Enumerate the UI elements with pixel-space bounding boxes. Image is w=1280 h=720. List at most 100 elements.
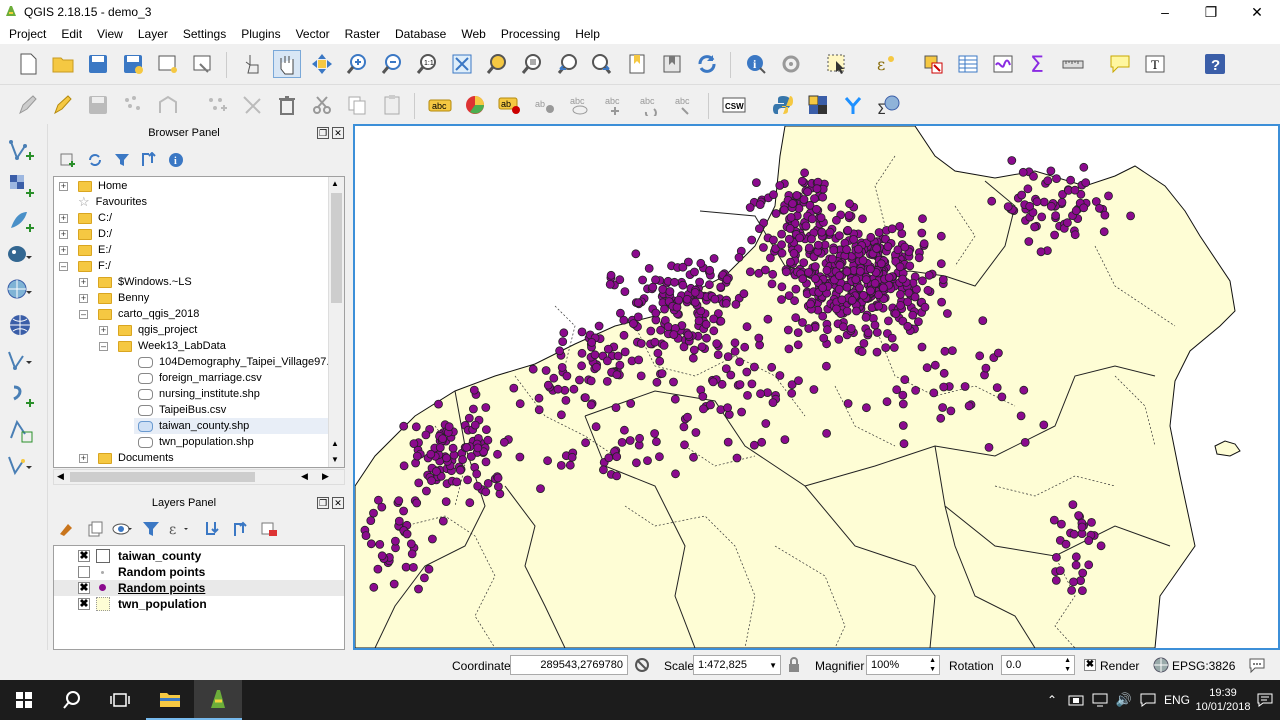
graphical-modeler-icon[interactable] [839,91,867,119]
menu-edit[interactable]: Edit [52,27,88,41]
save-layer-edits-icon[interactable] [84,91,112,119]
tree-item-windows-ls[interactable]: $Windows.~LS [98,274,192,290]
chevron-down-icon[interactable]: ▼ [769,661,777,670]
volume-icon[interactable]: 🔊 [1114,680,1134,720]
close-panel-button[interactable]: ✕ [332,127,344,139]
tree-item-taipei-bus[interactable]: TaipeiBus.csv [138,402,226,418]
magnifier-spinbox[interactable]: 100% ▲ ▼ [866,655,940,675]
remove-layer-icon[interactable] [255,515,283,543]
map-svg[interactable] [355,126,1278,648]
add-virtual-layer-icon[interactable] [6,381,36,411]
network-tray-icon[interactable] [1066,680,1086,720]
run-feature-action-icon[interactable] [777,50,805,78]
deselect-all-icon[interactable] [919,50,947,78]
tree-item-twn-population[interactable]: twn_population.shp [138,434,254,450]
save-project-icon[interactable] [84,50,112,78]
menu-raster[interactable]: Raster [336,27,386,41]
crs-label[interactable]: EPSG:3826 [1172,659,1235,673]
menu-settings[interactable]: Settings [174,27,232,41]
add-vector-layer-icon[interactable] [6,136,36,166]
menu-processing[interactable]: Processing [492,27,566,41]
zoom-full-icon[interactable] [448,50,476,78]
layers-float-panel-button[interactable]: ❐ [317,497,329,509]
add-oracle-layer-icon[interactable] [6,416,36,446]
properties-icon[interactable]: i [162,146,190,174]
menu-web[interactable]: Web [452,27,491,41]
manage-visibility-icon[interactable] [109,515,137,543]
save-as-icon[interactable] [119,50,147,78]
menu-database[interactable]: Database [386,27,452,41]
map-tips-icon[interactable] [1106,50,1134,78]
tree-item-d-drive[interactable]: D:/ [78,226,112,242]
layer-row-twn-population[interactable]: ✖ twn_population [54,596,344,612]
filter-expression-icon[interactable]: ε [165,515,193,543]
touch-zoom-icon[interactable] [238,50,266,78]
zoom-to-selection-icon[interactable] [483,50,511,78]
change-label-icon[interactable]: abc [671,91,699,119]
new-shapefile-layer-icon[interactable] [6,451,36,481]
show-hide-labels-icon[interactable]: abc [566,91,594,119]
layer-visibility-checkbox[interactable]: ✖ [78,550,90,562]
add-postgis-layer-icon[interactable] [6,241,36,271]
metasearch-csw-icon[interactable]: CSW [720,91,748,119]
tree-item-c-drive[interactable]: C:/ [78,210,112,226]
tree-item-favourites[interactable]: ☆ Favourites [78,194,147,210]
tree-item-f-drive[interactable]: F:/ [78,258,111,274]
expand-all-icon[interactable] [199,515,227,543]
python-console-icon[interactable] [769,91,797,119]
clock[interactable]: 19:39 10/01/2018 [1195,680,1250,720]
statistical-summary-icon[interactable]: Σ [1024,50,1052,78]
select-by-expression-icon[interactable]: ε [871,50,899,78]
processing-toolbox-icon[interactable]: Σ [874,91,902,119]
qgis-taskbar-icon[interactable] [194,680,242,720]
menu-layer[interactable]: Layer [129,27,174,41]
tree-item-taiwan-county[interactable]: taiwan_county.shp [134,418,329,434]
zoom-last-icon[interactable] [553,50,581,78]
text-annotation-icon[interactable]: T [1141,50,1169,78]
current-edits-icon[interactable] [14,91,42,119]
layers-tree[interactable]: ✖ taiwan_county Random points ✖ Random p… [53,545,345,650]
tree-item-carto-qgis[interactable]: carto_qgis_2018 [98,306,199,322]
tree-item-demography-file[interactable]: 104Demography_Taipei_Village97.sl [138,354,337,370]
move-feature-icon[interactable] [154,91,182,119]
tree-item-week13[interactable]: Week13_LabData [118,338,226,354]
new-print-composer-icon[interactable] [154,50,182,78]
filter-legend-icon[interactable] [137,515,165,543]
zoom-next-icon[interactable] [588,50,616,78]
delete-selected-icon[interactable] [238,91,266,119]
menu-help[interactable]: Help [566,27,606,41]
coordinate-field[interactable]: 289543,2769780 [510,655,628,675]
add-wcs-layer-icon[interactable] [6,311,36,341]
add-group-icon[interactable] [81,515,109,543]
add-raster-layer-icon[interactable] [6,171,36,201]
crs-globe-icon[interactable] [1153,657,1169,673]
float-panel-button[interactable]: ❐ [317,127,329,139]
collapse-all-layers-icon[interactable] [227,515,255,543]
filter-browser-icon[interactable] [108,146,136,174]
extents-toggle-icon[interactable] [634,657,650,673]
trash-icon[interactable] [273,91,301,119]
notifications-icon[interactable] [1254,680,1276,720]
tree-item-qgis-project[interactable]: qgis_project [118,322,197,338]
layer-labeling-icon[interactable]: abc [426,91,454,119]
layers-close-panel-button[interactable]: ✕ [332,497,344,509]
add-spatialite-layer-icon[interactable] [6,206,36,236]
lock-scale-icon[interactable] [788,657,800,673]
node-tool-icon[interactable] [203,91,231,119]
file-explorer-icon[interactable] [146,680,194,720]
layer-visibility-checkbox[interactable]: ✖ [78,598,90,610]
tree-item-benny[interactable]: Benny [98,290,149,306]
add-delimited-text-icon[interactable] [6,346,36,376]
highlight-pinned-labels-icon[interactable]: ab [496,91,524,119]
close-button[interactable]: ✕ [1234,0,1280,24]
collapse-all-icon[interactable] [135,146,163,174]
zoom-native-icon[interactable]: 1:1 [413,50,441,78]
add-selected-layers-icon[interactable] [53,146,81,174]
refresh-icon[interactable] [693,50,721,78]
browser-horizontal-scrollbar[interactable]: ◀ ◀ ▶ [53,469,345,485]
map-canvas[interactable] [353,124,1280,650]
move-label-icon[interactable]: abc [601,91,629,119]
pan-to-selection-icon[interactable] [308,50,336,78]
layer-visibility-checkbox[interactable] [78,566,90,578]
open-project-icon[interactable] [49,50,77,78]
